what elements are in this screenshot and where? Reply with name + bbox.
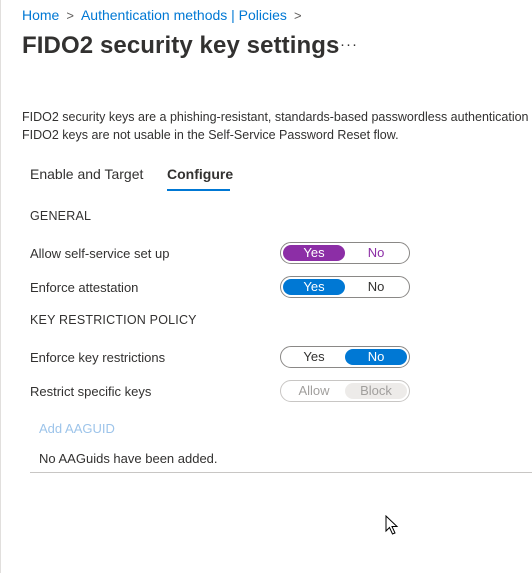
allow-self-service-no[interactable]: No <box>345 245 407 261</box>
left-border <box>0 0 1 573</box>
enforce-key-restrictions-no[interactable]: No <box>345 349 407 365</box>
tab-enable-and-target[interactable]: Enable and Target <box>30 166 143 182</box>
enforce-attestation-yes[interactable]: Yes <box>283 279 345 295</box>
allow-self-service-toggle[interactable]: Yes No <box>280 242 410 264</box>
enforce-key-restrictions-yes[interactable]: Yes <box>283 349 345 365</box>
restrict-specific-keys-label: Restrict specific keys <box>30 384 152 399</box>
enforce-attestation-toggle[interactable]: Yes No <box>280 276 410 298</box>
restrict-specific-keys-block: Block <box>345 383 407 399</box>
section-general-heading: GENERAL <box>30 209 92 223</box>
allow-self-service-label: Allow self-service set up <box>30 246 170 261</box>
page-title: FIDO2 security key settings <box>22 32 340 59</box>
description-line-2: FIDO2 keys are not usable in the Self-Se… <box>22 128 399 142</box>
aaguid-empty-message: No AAGuids have been added. <box>39 451 218 466</box>
description-line-1: FIDO2 security keys are a phishing-resis… <box>22 110 529 124</box>
section-key-restriction-heading: KEY RESTRICTION POLICY <box>30 313 197 327</box>
chevron-right-icon: > <box>66 7 74 23</box>
enforce-attestation-label: Enforce attestation <box>30 280 139 295</box>
restrict-specific-keys-toggle: Allow Block <box>280 380 410 402</box>
breadcrumb-home[interactable]: Home <box>22 7 59 23</box>
enforce-attestation-no[interactable]: No <box>345 279 407 295</box>
more-options-icon[interactable]: ··· <box>340 36 358 53</box>
page-description: FIDO2 security keys are a phishing-resis… <box>22 108 532 144</box>
breadcrumb-auth-methods-policies[interactable]: Authentication methods | Policies <box>81 7 287 23</box>
enforce-key-restrictions-toggle[interactable]: Yes No <box>280 346 410 368</box>
tab-configure[interactable]: Configure <box>167 166 233 182</box>
breadcrumb: Home > Authentication methods | Policies… <box>22 6 309 24</box>
allow-self-service-yes[interactable]: Yes <box>283 245 345 261</box>
mouse-pointer-icon <box>385 515 399 535</box>
chevron-right-icon: > <box>293 7 302 23</box>
add-aaguid-link: Add AAGUID <box>39 421 115 436</box>
enforce-key-restrictions-label: Enforce key restrictions <box>30 350 166 365</box>
aaguid-list-divider <box>30 472 532 473</box>
active-tab-indicator <box>167 189 230 191</box>
restrict-specific-keys-allow: Allow <box>298 383 330 398</box>
